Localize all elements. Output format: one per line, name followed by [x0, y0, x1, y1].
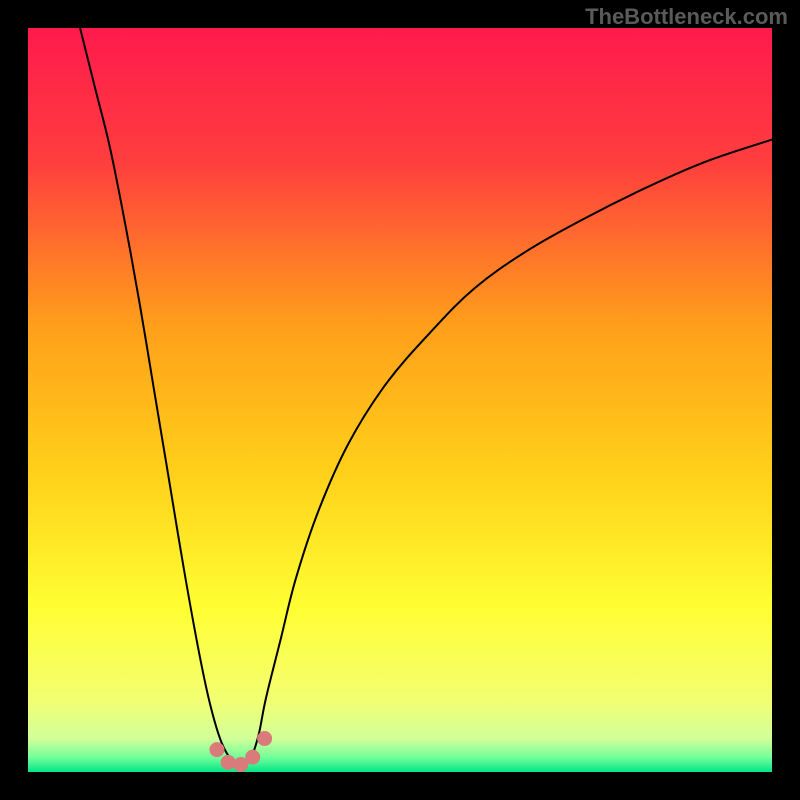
plot-area: [28, 28, 772, 772]
marker-dot: [257, 731, 272, 746]
gradient-background: [28, 28, 772, 772]
marker-dot: [245, 750, 260, 765]
chart-svg: [28, 28, 772, 772]
marker-dot: [209, 742, 224, 757]
marker-dot: [221, 755, 236, 770]
watermark-text: TheBottleneck.com: [585, 4, 788, 30]
